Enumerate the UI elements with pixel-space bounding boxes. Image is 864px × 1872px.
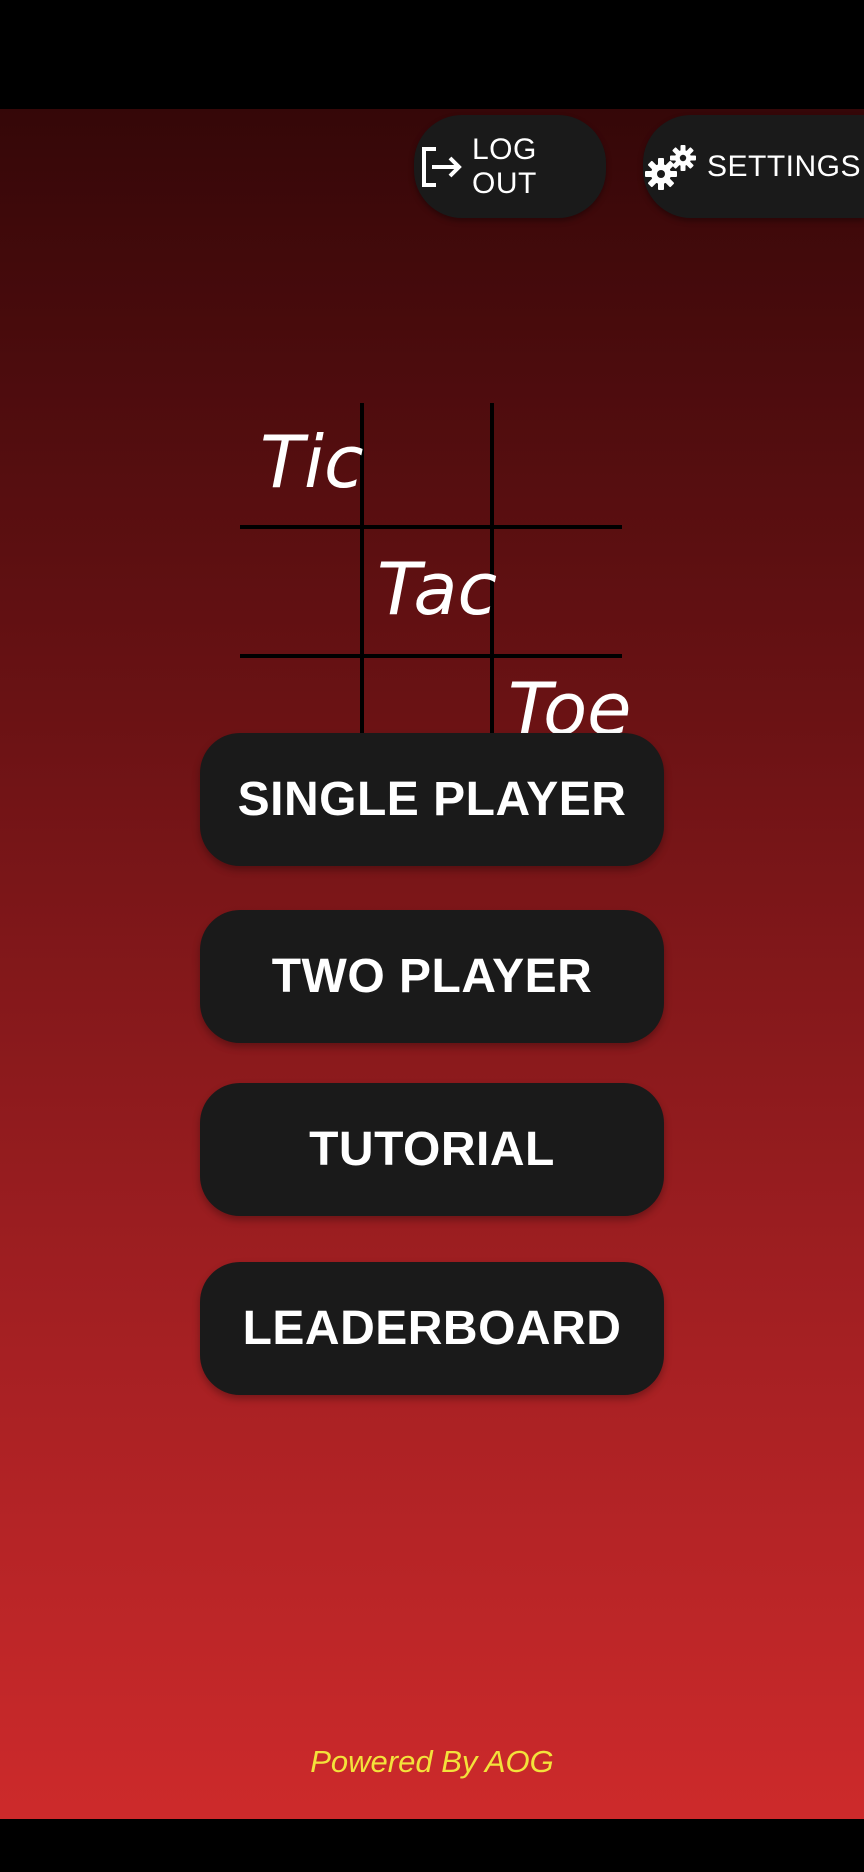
single-player-button[interactable]: SINGLE PLAYER: [200, 733, 664, 866]
settings-button[interactable]: SETTINGS: [643, 115, 864, 218]
logout-button[interactable]: LOG OUT: [414, 115, 606, 218]
gears-icon: [643, 142, 697, 192]
main-screen: LOG OUT SETTINGS Tic Tac Toe SINGLE PLAY…: [0, 109, 864, 1819]
leaderboard-button[interactable]: LEADERBOARD: [200, 1262, 664, 1395]
settings-label: SETTINGS: [707, 149, 862, 183]
tutorial-button[interactable]: TUTORIAL: [200, 1083, 664, 1216]
two-player-button[interactable]: TWO PLAYER: [200, 910, 664, 1043]
powered-by-text: Powered By AOG: [310, 1744, 554, 1779]
logo-word-tac: Tac: [377, 547, 498, 631]
logout-label: LOG OUT: [472, 132, 537, 200]
navigation-bar: [0, 1819, 864, 1872]
logout-icon: [416, 143, 464, 191]
tic-tac-toe-logo: Tic Tac Toe: [240, 403, 631, 785]
logo-word-tic: Tic: [260, 420, 364, 504]
status-bar: [0, 0, 864, 109]
